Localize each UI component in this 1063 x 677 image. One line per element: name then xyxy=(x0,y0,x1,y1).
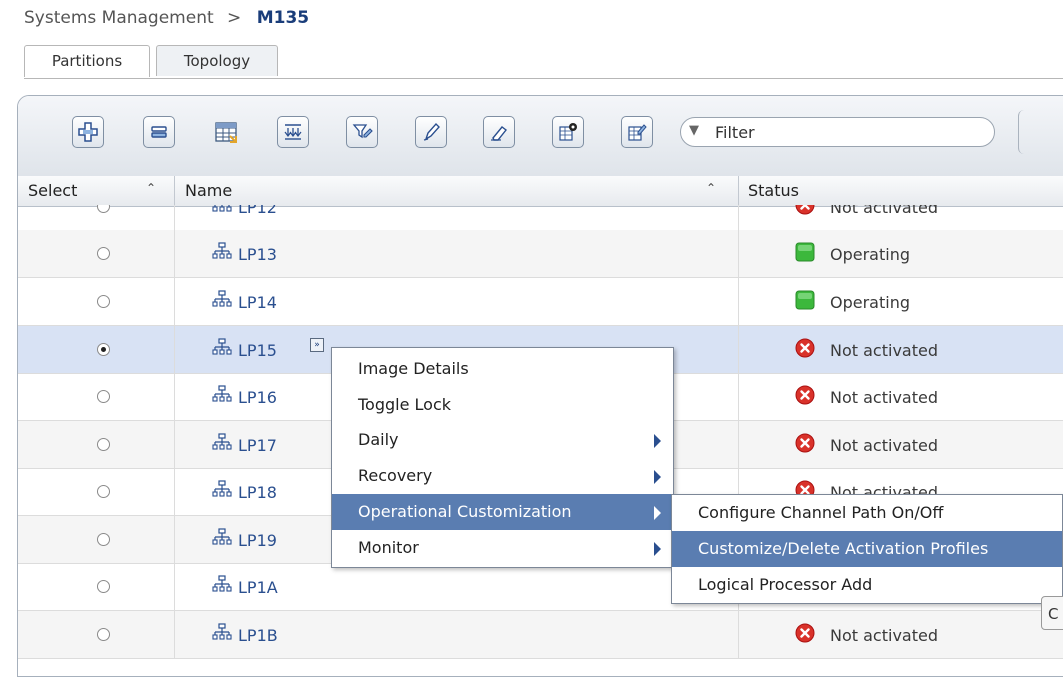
breadcrumb-separator: > xyxy=(227,8,242,28)
partition-icon xyxy=(212,528,232,550)
column-header-select[interactable]: Select xyxy=(28,181,77,200)
menu-item-image-details[interactable]: Image Details xyxy=(332,351,673,387)
partition-name[interactable]: LP13 xyxy=(238,245,277,264)
partition-icon xyxy=(212,433,232,455)
filter-field[interactable]: ▼ xyxy=(680,117,995,147)
column-header-name[interactable]: Name xyxy=(185,181,232,200)
breadcrumb-root[interactable]: Systems Management xyxy=(24,8,214,28)
select-radio[interactable] xyxy=(97,438,110,451)
tooltip-stub: C xyxy=(1041,596,1063,630)
partition-name[interactable]: LP17 xyxy=(238,436,277,455)
partition-name[interactable]: LP15 xyxy=(238,341,277,360)
collapse-icon[interactable] xyxy=(143,116,175,148)
status-text: Operating xyxy=(830,245,910,264)
breadcrumb: Systems Management > M135 xyxy=(24,8,309,28)
status-text: Not activated xyxy=(830,205,938,217)
submenu-arrow-icon xyxy=(654,434,661,448)
configure-gear-icon[interactable] xyxy=(552,116,584,148)
partition-name[interactable]: LP19 xyxy=(238,531,277,550)
status-text: Not activated xyxy=(830,626,938,645)
partition-name[interactable]: LP1B xyxy=(238,626,278,645)
status-not-activated-icon xyxy=(795,623,815,643)
expand-all-icon[interactable] xyxy=(277,116,309,148)
partition-name[interactable]: LP18 xyxy=(238,483,277,502)
menu-item-monitor[interactable]: Monitor xyxy=(332,530,673,566)
menu-item-daily[interactable]: Daily xyxy=(332,422,673,458)
context-menu: Image Details Toggle Lock Daily Recovery… xyxy=(331,347,674,568)
add-icon[interactable] xyxy=(72,116,104,148)
partition-name[interactable]: LP14 xyxy=(238,293,277,312)
partition-name[interactable]: LP16 xyxy=(238,388,277,407)
status-not-activated-icon xyxy=(795,205,815,215)
status-not-activated-icon xyxy=(795,385,815,405)
select-radio[interactable] xyxy=(97,247,110,260)
edit-pencil-icon[interactable] xyxy=(415,116,447,148)
status-text: Not activated xyxy=(830,436,938,455)
partition-icon xyxy=(212,242,232,264)
select-radio[interactable] xyxy=(97,628,110,641)
partition-icon xyxy=(212,205,232,217)
breadcrumb-current: M135 xyxy=(256,8,310,28)
menu-item-toggle-lock[interactable]: Toggle Lock xyxy=(332,387,673,423)
submenu-operational-customization: Configure Channel Path On/Off Customize/… xyxy=(671,494,1063,604)
partition-icon xyxy=(212,480,232,502)
table-row[interactable]: LP13 Operating xyxy=(18,230,1063,278)
menu-item-operational-customization[interactable]: Operational Customization xyxy=(332,494,673,530)
partition-name[interactable]: LP1A xyxy=(238,578,278,597)
select-radio[interactable] xyxy=(97,343,110,356)
submenu-arrow-icon xyxy=(654,506,661,520)
partition-icon xyxy=(212,385,232,407)
erase-icon[interactable] xyxy=(483,116,515,148)
status-text: Operating xyxy=(830,293,910,312)
context-menu-launcher-icon[interactable]: » xyxy=(310,338,324,352)
submenu-item-configure-channel-path[interactable]: Configure Channel Path On/Off xyxy=(672,495,1062,531)
select-radio[interactable] xyxy=(97,485,110,498)
table-row[interactable]: LP12 Not activated xyxy=(18,205,1063,231)
partition-name[interactable]: LP12 xyxy=(238,205,277,217)
submenu-arrow-icon xyxy=(654,470,661,484)
status-not-activated-icon xyxy=(795,338,815,358)
partition-icon xyxy=(212,623,232,645)
partition-icon xyxy=(212,290,232,312)
toolbar-separator xyxy=(1018,110,1025,154)
table-header: Select ⌃ Name ⌃ Status xyxy=(18,176,1063,207)
submenu-arrow-icon xyxy=(654,542,661,556)
sort-arrow-icon[interactable]: ⌃ xyxy=(706,181,716,195)
status-operating-icon xyxy=(795,242,815,262)
table-config-icon[interactable] xyxy=(210,116,242,148)
menu-item-recovery[interactable]: Recovery xyxy=(332,458,673,494)
toolbar: ▼ xyxy=(18,96,1063,177)
select-radio[interactable] xyxy=(97,580,110,593)
select-radio[interactable] xyxy=(97,295,110,308)
submenu-item-customize-delete-activation-profiles[interactable]: Customize/Delete Activation Profiles xyxy=(672,531,1062,567)
table-row[interactable]: LP14 Operating xyxy=(18,278,1063,326)
partition-icon xyxy=(212,338,232,360)
select-radio[interactable] xyxy=(97,205,110,213)
filter-dropdown-icon[interactable]: ▼ xyxy=(689,123,699,138)
tab-topology[interactable]: Topology xyxy=(156,45,278,76)
properties-icon[interactable] xyxy=(621,116,653,148)
filter-input[interactable] xyxy=(715,122,975,142)
tab-divider xyxy=(24,78,1063,79)
status-text: Not activated xyxy=(830,341,938,360)
partition-icon xyxy=(212,575,232,597)
column-header-status[interactable]: Status xyxy=(748,181,799,200)
tab-partitions[interactable]: Partitions xyxy=(24,45,150,77)
sort-arrow-icon[interactable]: ⌃ xyxy=(146,181,156,195)
status-text: Not activated xyxy=(830,388,938,407)
submenu-item-logical-processor-add[interactable]: Logical Processor Add xyxy=(672,567,1062,603)
select-radio[interactable] xyxy=(97,390,110,403)
status-operating-icon xyxy=(795,290,815,310)
filter-edit-icon[interactable] xyxy=(346,116,378,148)
status-not-activated-icon xyxy=(795,433,815,453)
select-radio[interactable] xyxy=(97,533,110,546)
table-row[interactable]: LP1B Not activated xyxy=(18,611,1063,659)
